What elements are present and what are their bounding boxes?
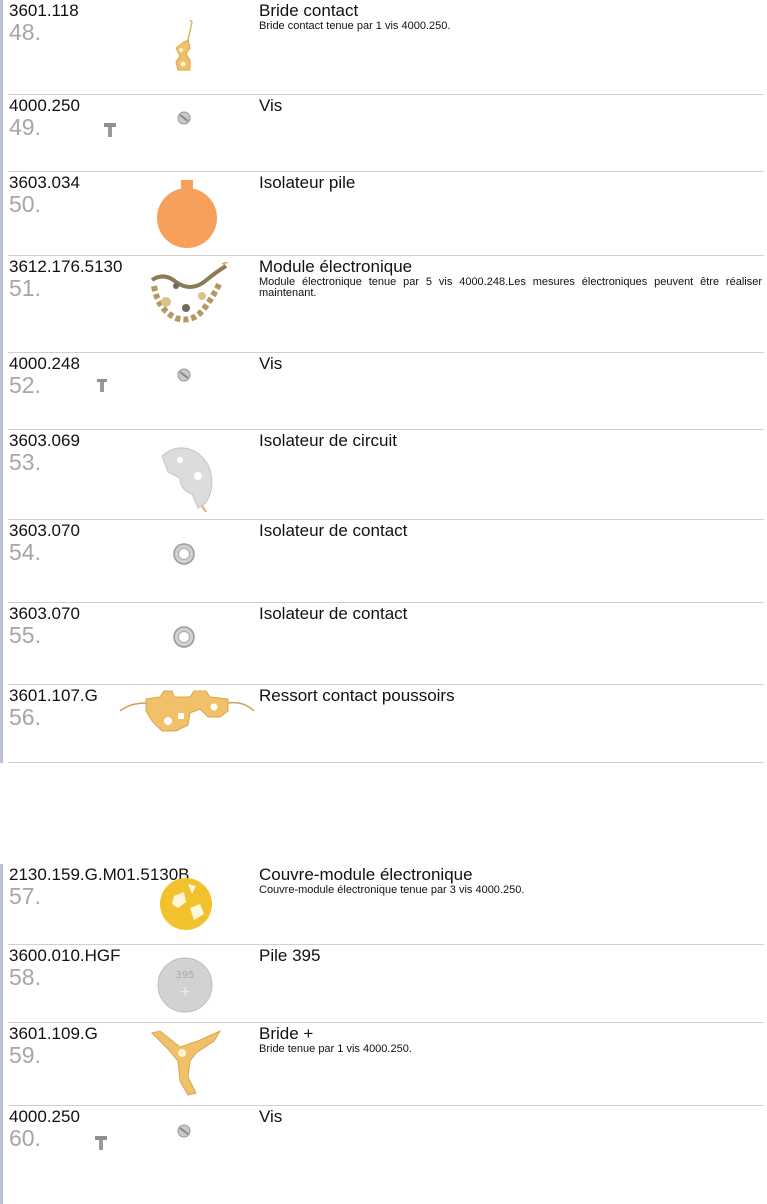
part-row-55: 3603.070 55. Isolateur de contact xyxy=(0,603,767,685)
part-ref: 3603.070 xyxy=(9,604,80,623)
part-title: Isolateur de contact xyxy=(259,521,408,540)
module-cover-icon xyxy=(158,874,214,932)
part-ref: 3612.176.5130 xyxy=(9,257,123,276)
part-row-48: 3601.118 48. Bride contact Bride contact… xyxy=(0,0,767,95)
part-ref: 3600.010.HGF xyxy=(9,946,121,965)
part-number: 48. xyxy=(9,19,41,45)
part-number: 59. xyxy=(9,1042,41,1068)
battery-plus-sign: + xyxy=(179,984,191,1000)
part-row-60: 4000.250 60. Vis xyxy=(0,1106,767,1204)
part-ref: 4000.248 xyxy=(9,354,80,373)
part-number: 52. xyxy=(9,372,41,398)
part-title: Isolateur de circuit xyxy=(259,431,397,450)
part-description: Couvre-module électronique tenue par 3 v… xyxy=(259,884,525,896)
part-ref: 3601.107.G xyxy=(9,686,98,705)
part-title: Isolateur de contact xyxy=(259,604,408,623)
part-title: Vis xyxy=(259,96,283,115)
part-ref: 4000.250 xyxy=(9,96,80,115)
part-title: Module électronique xyxy=(259,257,413,276)
part-number: 56. xyxy=(9,704,41,730)
screw-side-icon xyxy=(97,379,107,392)
part-description: Bride contact tenue par 1 vis 4000.250. xyxy=(259,20,451,32)
circuit-insulator-icon xyxy=(158,442,216,512)
screw-icon xyxy=(177,111,191,125)
bride-contact-icon xyxy=(168,18,208,74)
part-title: Bride contact xyxy=(259,1,359,20)
part-number: 51. xyxy=(9,275,41,301)
screw-side-icon xyxy=(104,123,116,137)
part-number: 49. xyxy=(9,114,41,140)
screw-icon xyxy=(177,1124,191,1138)
part-ref: 3603.070 xyxy=(9,521,80,540)
screw-icon xyxy=(177,368,191,382)
part-row-50: 3603.034 50. Isolateur pile xyxy=(0,172,767,256)
part-description: Module électronique tenue par 5 vis 4000… xyxy=(259,276,762,299)
screw-side-icon xyxy=(95,1136,107,1150)
part-row-57: 2130.159.G.M01.5130B 57. Couvre-module é… xyxy=(0,864,767,945)
row-divider xyxy=(8,762,764,763)
electronic-module-icon xyxy=(146,262,230,326)
part-ref: 3603.069 xyxy=(9,431,80,450)
part-title: Pile 395 xyxy=(259,946,321,965)
battery-marking: 395 xyxy=(175,970,194,981)
part-number: 58. xyxy=(9,964,41,990)
parts-section-2: 2130.159.G.M01.5130B 57. Couvre-module é… xyxy=(0,864,767,1204)
part-title: Ressort contact poussoirs xyxy=(259,686,455,705)
part-row-53: 3603.069 53. Isolateur de circuit xyxy=(0,430,767,520)
part-title: Vis xyxy=(259,354,283,373)
part-row-52: 4000.248 52. Vis xyxy=(0,353,767,430)
part-number: 57. xyxy=(9,883,41,909)
part-description: Bride tenue par 1 vis 4000.250. xyxy=(259,1043,412,1055)
part-number: 54. xyxy=(9,539,41,565)
part-row-54: 3603.070 54. Isolateur de contact xyxy=(0,520,767,603)
part-number: 60. xyxy=(9,1125,41,1151)
part-row-59: 3601.109.G 59. Bride + Bride tenue par 1… xyxy=(0,1023,767,1106)
part-row-58: 3600.010.HGF 58. Pile 395 395 + xyxy=(0,945,767,1023)
parts-section-1: 3601.118 48. Bride contact Bride contact… xyxy=(0,0,767,763)
contact-spring-icon xyxy=(116,685,258,741)
part-title: Vis xyxy=(259,1107,283,1126)
part-row-51: 3612.176.5130 51. Module électronique Mo… xyxy=(0,256,767,353)
part-number: 50. xyxy=(9,191,41,217)
contact-insulator-icon xyxy=(172,625,196,649)
battery-insulator-icon xyxy=(156,178,218,250)
part-ref: 3601.118 xyxy=(9,1,79,20)
bride-plus-icon xyxy=(148,1027,224,1097)
part-ref: 3603.034 xyxy=(9,173,80,192)
part-title: Bride + xyxy=(259,1024,314,1043)
part-ref: 4000.250 xyxy=(9,1107,80,1126)
part-title: Couvre-module électronique xyxy=(259,865,473,884)
part-number: 55. xyxy=(9,622,41,648)
part-title: Isolateur pile xyxy=(259,173,356,192)
part-ref: 3601.109.G xyxy=(9,1024,98,1043)
contact-insulator-icon xyxy=(172,542,196,566)
part-row-49: 4000.250 49. Vis xyxy=(0,95,767,172)
part-row-56: 3601.107.G 56. Ressort contact poussoirs xyxy=(0,685,767,763)
part-number: 53. xyxy=(9,449,41,475)
battery-icon: 395 + xyxy=(156,956,214,1014)
